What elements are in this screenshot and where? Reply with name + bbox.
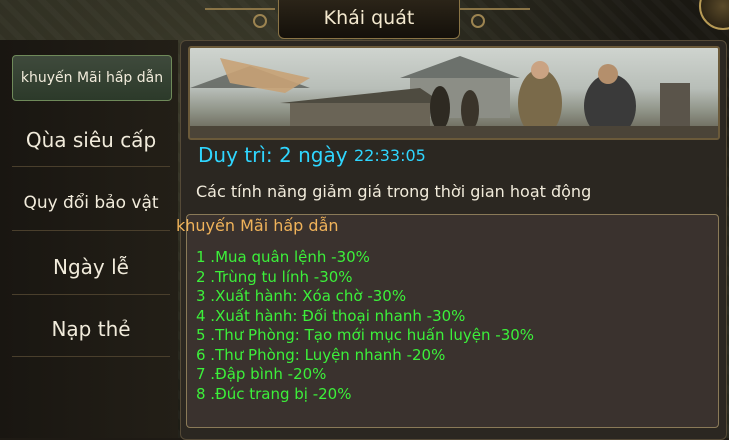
sidebar-item-exchange-treasure[interactable]: Quy đổi bảo vật xyxy=(12,176,170,231)
sidebar-item-promotions[interactable]: khuyến Mãi hấp dẫn xyxy=(12,55,172,101)
promotions-title: khuyến Mãi hấp dẫn xyxy=(176,216,339,235)
sidebar-menu: khuyến Mãi hấp dẫn Qùa siêu cấp Quy đổi … xyxy=(0,40,178,438)
sidebar-item-label: Ngày lễ xyxy=(53,255,129,279)
title-bar: Khái quát xyxy=(253,0,485,39)
list-item: 2 .Trùng tu lính -30% xyxy=(196,267,353,286)
list-item: 8 .Đúc trang bị -20% xyxy=(196,384,352,403)
sidebar-item-label: khuyến Mãi hấp dẫn xyxy=(20,70,164,86)
list-item: 4 .Xuất hành: Đối thoại nhanh -30% xyxy=(196,306,466,325)
list-item: 1 .Mua quân lệnh -30% xyxy=(196,248,370,266)
sidebar-item-holiday[interactable]: Ngày lễ xyxy=(12,240,170,295)
sidebar-item-label: Qùa siêu cấp xyxy=(25,128,157,152)
title-ornament-right xyxy=(460,8,530,10)
sidebar-item-label: Nạp thẻ xyxy=(51,317,131,341)
list-item: 7 .Đập bình -20% xyxy=(196,365,327,383)
event-banner-image xyxy=(188,46,720,140)
promotions-list: 1 .Mua quân lệnh -30% 2 .Trùng tu lính -… xyxy=(196,248,534,404)
sidebar-item-super-gift[interactable]: Qùa siêu cấp xyxy=(12,114,170,167)
page-title: Khái quát xyxy=(323,7,415,29)
countdown-timer: 22:33:05 xyxy=(354,146,426,165)
list-item: 5 .Thư Phòng: Tạo mới mục huấn luyện -30… xyxy=(196,326,535,344)
list-item: 6 .Thư Phòng: Luyện nhanh -20% xyxy=(196,345,446,364)
title-ornament-left xyxy=(205,8,275,10)
event-description: Các tính năng giảm giá trong thời gian h… xyxy=(196,182,592,201)
event-duration: Duy trì: 2 ngày xyxy=(198,143,348,167)
sidebar-item-label: Quy đổi bảo vật xyxy=(23,193,159,213)
sidebar-item-top-up[interactable]: Nạp thẻ xyxy=(12,302,170,357)
list-item: 3 .Xuất hành: Xóa chờ -30% xyxy=(196,287,407,305)
